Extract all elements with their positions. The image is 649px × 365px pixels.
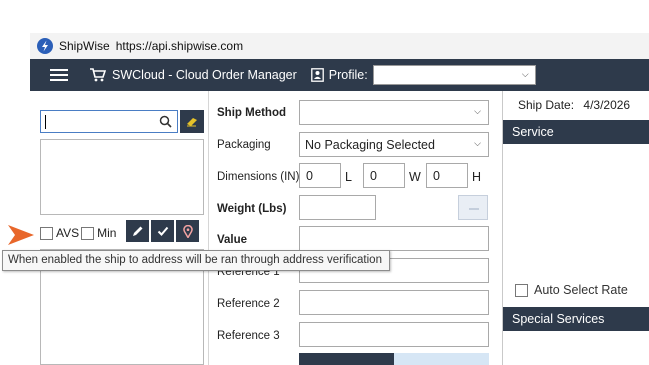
avs-tooltip: When enabled the ship to address will be… <box>2 250 390 271</box>
length-letter: L <box>345 170 352 184</box>
map-pin-icon <box>182 224 193 238</box>
width-letter: W <box>409 170 421 184</box>
menu-icon[interactable] <box>50 69 68 81</box>
shipment-form: Ship Method ⌵ Packaging No Packaging Sel… <box>210 91 500 365</box>
pointer-arrow-icon <box>8 225 34 245</box>
width-input[interactable]: 0 <box>363 163 405 188</box>
reference3-input[interactable] <box>299 322 489 347</box>
edit-address-button[interactable] <box>126 220 149 242</box>
app-name: ShipWise <box>59 39 110 53</box>
dimensions-label: Dimensions (IN) <box>217 171 300 183</box>
window-titlebar: ShipWise https://api.shipwise.com <box>30 33 649 59</box>
length-input[interactable]: 0 <box>299 163 341 188</box>
chevron-down-icon: ⌵ <box>474 138 481 148</box>
packaging-label: Packaging <box>217 139 271 151</box>
reference3-label: Reference 3 <box>217 330 280 342</box>
height-input[interactable]: 0 <box>426 163 468 188</box>
ship-method-label: Ship Method <box>217 107 286 119</box>
weight-input[interactable] <box>299 195 376 220</box>
ship-date-label: Ship Date: <box>518 98 575 112</box>
chevron-down-icon: ⌵ <box>474 106 481 116</box>
cart-icon <box>90 68 106 82</box>
eraser-icon <box>187 118 197 127</box>
height-value: 0 <box>433 169 440 183</box>
verification-options: AVS Min <box>40 224 118 242</box>
pencil-icon <box>132 226 142 236</box>
width-value: 0 <box>370 169 377 183</box>
clear-button[interactable] <box>180 110 204 133</box>
rate-button[interactable] <box>299 353 394 365</box>
special-services-header: Special Services <box>503 307 649 331</box>
service-panel: Ship Date: 4/3/2026 Service Auto Select … <box>502 91 649 365</box>
auto-select-rate-label: Auto Select Rate <box>534 283 628 297</box>
scale-icon <box>469 208 479 210</box>
shipwise-logo-icon <box>37 38 53 54</box>
value-input[interactable] <box>299 226 489 251</box>
auto-select-rate-checkbox[interactable] <box>515 283 528 297</box>
min-checkbox[interactable] <box>81 226 95 240</box>
weigh-button[interactable] <box>458 195 488 220</box>
service-header: Service <box>503 120 649 144</box>
map-pin-button[interactable] <box>176 220 199 242</box>
ship-date-value[interactable]: 4/3/2026 <box>583 98 630 112</box>
weight-label: Weight (Lbs) <box>217 203 287 215</box>
text-cursor <box>45 115 46 129</box>
packaging-value: No Packaging Selected <box>305 138 435 152</box>
chevron-down-icon: ⌵ <box>521 69 529 79</box>
auto-select-rate-option[interactable]: Auto Select Rate <box>515 283 628 297</box>
height-letter: H <box>472 170 482 184</box>
value-label: Value <box>217 234 248 246</box>
profile-icon <box>310 68 324 82</box>
confirm-address-button[interactable] <box>151 220 174 242</box>
profile-label: Profile: <box>328 68 368 82</box>
app-title: SWCloud - Cloud Order Manager <box>112 68 297 82</box>
address-list[interactable] <box>40 139 204 215</box>
profile-select[interactable]: ⌵ <box>372 65 536 85</box>
check-icon <box>157 226 168 236</box>
ship-button[interactable] <box>394 353 489 365</box>
ship-date: Ship Date: 4/3/2026 <box>518 98 630 112</box>
main-toolbar: SWCloud - Cloud Order Manager Profile: ⌵ <box>30 59 649 91</box>
avs-label: AVS <box>56 226 80 240</box>
length-value: 0 <box>306 169 313 183</box>
reference2-input[interactable] <box>299 290 489 315</box>
ship-method-select[interactable]: ⌵ <box>299 100 489 125</box>
packaging-select[interactable]: No Packaging Selected ⌵ <box>299 132 489 157</box>
reference2-label: Reference 2 <box>217 298 280 310</box>
address-search-input[interactable] <box>40 110 178 133</box>
app-url: https://api.shipwise.com <box>115 39 244 53</box>
avs-checkbox[interactable] <box>40 226 53 240</box>
address-panel: AVS Min <box>30 91 209 365</box>
min-label: Min <box>97 226 117 240</box>
search-icon[interactable] <box>159 115 172 128</box>
